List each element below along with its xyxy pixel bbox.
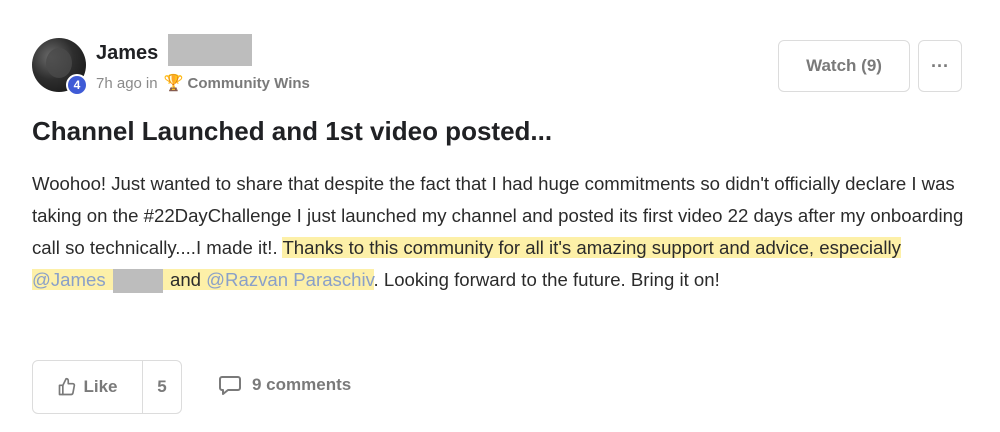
author-avatar-container[interactable]: 4 [32, 38, 88, 96]
more-options-button[interactable]: ··· [918, 40, 962, 92]
trophy-icon: 🏆 [163, 75, 184, 92]
in-label: in [145, 74, 158, 92]
post-body-closing: . Looking forward to the future. Bring i… [373, 269, 720, 290]
author-name[interactable]: James [96, 42, 158, 65]
author-row: James [96, 34, 253, 66]
category-link[interactable]: Community Wins [188, 75, 310, 92]
watch-button[interactable]: Watch (9) [778, 40, 910, 92]
level-badge: 4 [66, 74, 88, 96]
mention-james[interactable]: @James [32, 269, 106, 290]
like-button[interactable]: Like [33, 361, 143, 413]
like-control: Like 5 [32, 360, 182, 414]
comment-icon [219, 376, 241, 395]
redacted-surname [168, 34, 253, 66]
post-body: Woohoo! Just wanted to share that despit… [32, 168, 972, 296]
like-label: Like [83, 377, 118, 396]
mention-razvan[interactable]: @Razvan Paraschiv [206, 269, 373, 290]
post-time: 7h ago [96, 74, 142, 92]
post-title: Channel Launched and 1st video posted... [32, 116, 553, 146]
post-meta: 7h ago in 🏆 Community Wins [96, 73, 310, 93]
highlight-sentence: Thanks to this community for all it's am… [282, 237, 901, 258]
comments-button[interactable]: 9 comments [218, 374, 351, 396]
like-count[interactable]: 5 [143, 361, 181, 413]
comments-label: 9 comments [252, 375, 352, 394]
redacted-mention-surname [112, 269, 163, 294]
mention-connector: and [164, 269, 207, 290]
thumbs-up-icon [59, 377, 76, 396]
